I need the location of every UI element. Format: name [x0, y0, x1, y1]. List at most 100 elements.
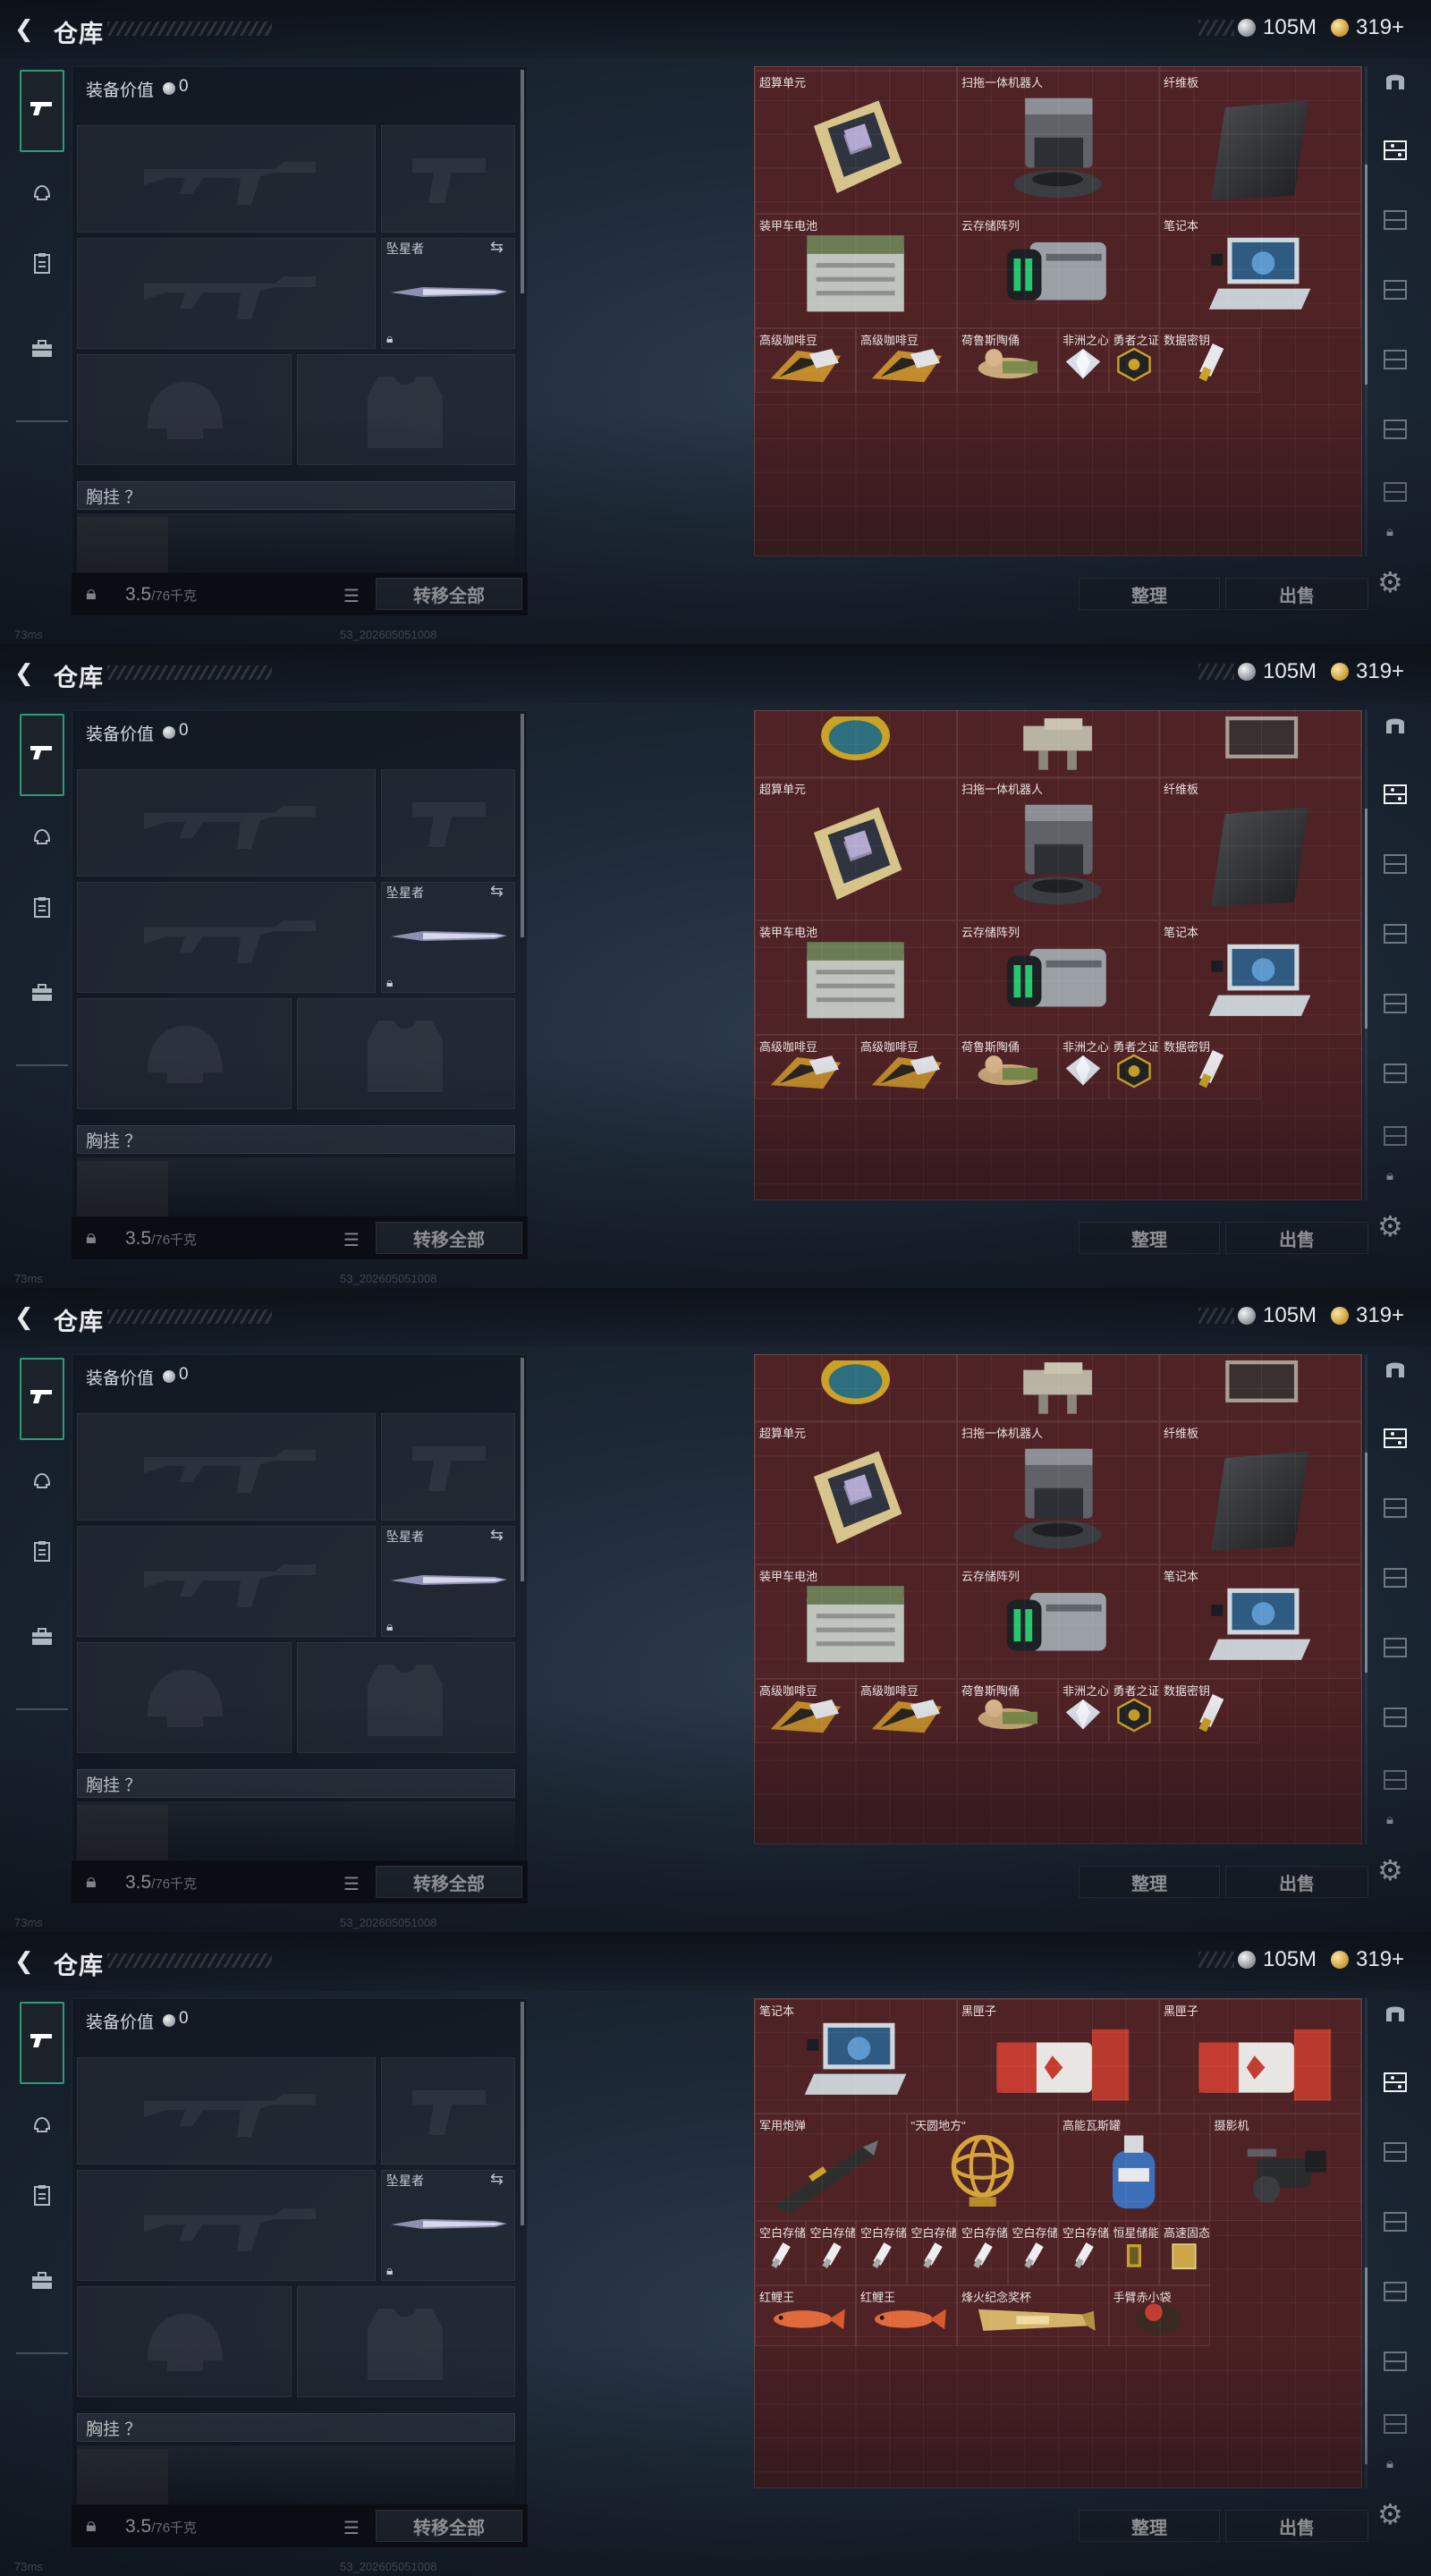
warehouse-tab-top[interactable] — [1377, 2000, 1413, 2030]
sort-button[interactable]: 整理 — [1079, 2510, 1220, 2542]
warehouse-item[interactable] — [1159, 711, 1361, 777]
swap-arrows-icon[interactable]: ⇆ — [490, 1526, 504, 1545]
warehouse-item[interactable]: 数据密钥 — [1159, 328, 1260, 393]
warehouse-item[interactable]: 非洲之心 — [1058, 328, 1109, 393]
category-tab-weapons[interactable] — [20, 2002, 64, 2084]
warehouse-tab-4[interactable] — [1377, 1565, 1413, 1596]
warehouse-item[interactable]: 超算单元 — [755, 1421, 957, 1564]
warehouse-item[interactable]: 高速固态... — [1159, 2221, 1210, 2285]
warehouse-item[interactable]: 高级咖啡豆 — [755, 1679, 856, 1743]
sell-button[interactable]: 出售 — [1225, 2510, 1368, 2542]
sell-button[interactable]: 出售 — [1225, 1222, 1368, 1254]
gear-icon[interactable]: ⚙ — [1377, 1209, 1403, 1243]
category-tab-armor[interactable] — [20, 1531, 64, 1576]
helmet-slot[interactable] — [77, 354, 292, 465]
gold-currency[interactable]: 319+ — [1331, 14, 1404, 41]
warehouse-item[interactable]: 恒星储能器 — [1108, 2221, 1159, 2285]
warehouse-item[interactable]: 勇者之证 — [1108, 1679, 1159, 1743]
helmet-slot[interactable] — [77, 1642, 292, 1753]
category-tab-weapons[interactable] — [20, 1358, 64, 1440]
chest-rig-cell[interactable] — [77, 1805, 168, 1860]
warehouse-tab-top[interactable] — [1377, 68, 1413, 98]
warehouse-item[interactable]: 非洲之心 — [1058, 1679, 1109, 1743]
warehouse-scrollbar-thumb[interactable] — [1365, 164, 1367, 386]
primary-weapon-slot[interactable] — [77, 1413, 376, 1521]
warehouse-item[interactable]: 扫拖一体机器人 — [957, 1421, 1159, 1564]
warehouse-tab-5[interactable] — [1377, 2279, 1413, 2309]
back-arrow-icon[interactable]: ❮ — [14, 660, 39, 685]
warehouse-tab-6[interactable] — [1377, 417, 1413, 447]
sell-button[interactable]: 出售 — [1225, 1866, 1368, 1898]
back-arrow-icon[interactable]: ❮ — [14, 1304, 39, 1329]
warehouse-scrollbar-thumb[interactable] — [1365, 1452, 1367, 1674]
back-arrow-icon[interactable]: ❮ — [14, 1948, 39, 1973]
warehouse-item[interactable]: 高级咖啡豆 — [856, 328, 957, 393]
warehouse-item[interactable]: 扫拖一体机器人 — [957, 777, 1159, 920]
warehouse-tab-top[interactable] — [1377, 712, 1413, 742]
category-tab-helmet[interactable] — [20, 1462, 64, 1506]
warehouse-item[interactable]: "天圆地方" — [906, 2114, 1058, 2221]
category-tab-helmet[interactable] — [20, 174, 64, 218]
transfer-all-button[interactable]: 转移全部 — [376, 578, 522, 610]
warehouse-item[interactable]: 勇者之证 — [1108, 1035, 1159, 1099]
warehouse-item[interactable]: 扫拖一体机器人 — [957, 71, 1159, 214]
swap-arrows-icon[interactable]: ⇆ — [490, 2170, 504, 2189]
warehouse-item[interactable]: 纤维板 — [1159, 1421, 1361, 1564]
warehouse-item[interactable]: 装甲车电池 — [755, 920, 957, 1035]
category-tab-bags[interactable] — [20, 973, 64, 1018]
chest-rig-slot[interactable] — [77, 2413, 515, 2442]
chest-rig-cell[interactable] — [77, 2449, 168, 2504]
warehouse-item[interactable]: 荷鲁斯陶俑 — [957, 1679, 1058, 1743]
chest-rig-cell[interactable] — [77, 1161, 168, 1216]
warehouse-tab-5[interactable] — [1377, 1635, 1413, 1665]
warehouse-item[interactable]: 云存储阵列 — [957, 1564, 1159, 1679]
secondary-weapon-slot[interactable] — [77, 1526, 376, 1637]
warehouse-scrollbar-thumb[interactable] — [1365, 2267, 1367, 2464]
warehouse-item[interactable]: 空白存储 — [957, 2221, 1008, 2285]
warehouse-tab-6[interactable] — [1377, 1705, 1413, 1735]
warehouse-item[interactable]: 非洲之心 — [1058, 1035, 1109, 1099]
warehouse-tab-6[interactable] — [1377, 1061, 1413, 1091]
transfer-all-button[interactable]: 转移全部 — [376, 1866, 522, 1898]
body-armor-slot[interactable] — [297, 998, 515, 1109]
warehouse-item[interactable]: 数据密钥 — [1159, 1035, 1260, 1099]
warehouse-tab-3[interactable] — [1377, 2140, 1413, 2170]
category-tab-bags[interactable] — [20, 1617, 64, 1662]
list-icon[interactable]: ☰ — [343, 585, 360, 607]
warehouse-item[interactable]: 纤维板 — [1159, 777, 1361, 920]
warehouse-item[interactable]: 高能瓦斯罐 — [1058, 2114, 1210, 2221]
warehouse-tab-3[interactable] — [1377, 1496, 1413, 1526]
pistol-slot[interactable] — [381, 2057, 515, 2165]
warehouse-tab-5[interactable] — [1377, 347, 1413, 377]
warehouse-item[interactable]: 空白存储 — [755, 2221, 806, 2285]
warehouse-item[interactable]: 摄影机 — [1209, 2114, 1361, 2221]
equipment-scrollbar[interactable] — [521, 714, 524, 937]
transfer-all-button[interactable]: 转移全部 — [376, 2510, 522, 2542]
warehouse-item[interactable] — [957, 711, 1159, 777]
warehouse-item[interactable]: 空白存储 — [856, 2221, 907, 2285]
warehouse-item[interactable]: 装甲车电池 — [755, 214, 957, 328]
list-icon[interactable]: ☰ — [343, 1873, 360, 1895]
warehouse-item[interactable]: 笔记本 — [755, 1999, 957, 2114]
primary-weapon-slot[interactable] — [77, 125, 376, 233]
warehouse-item[interactable]: 超算单元 — [755, 71, 957, 214]
transfer-all-button[interactable]: 转移全部 — [376, 1222, 522, 1254]
list-icon[interactable]: ☰ — [343, 2517, 360, 2539]
warehouse-item[interactable]: 勇者之证 — [1108, 328, 1159, 393]
category-tab-armor[interactable] — [20, 243, 64, 288]
warehouse-tab-2[interactable] — [1377, 1426, 1413, 1456]
helmet-slot[interactable] — [77, 998, 292, 1109]
gold-currency[interactable]: 319+ — [1331, 1946, 1404, 1973]
warehouse-item[interactable]: 超算单元 — [755, 777, 957, 920]
warehouse-item[interactable]: 高级咖啡豆 — [755, 1035, 856, 1099]
warehouse-tab-top[interactable] — [1377, 1356, 1413, 1386]
warehouse-item[interactable] — [1159, 1355, 1361, 1421]
gear-icon[interactable]: ⚙ — [1377, 565, 1403, 599]
warehouse-item[interactable]: 黑匣子 — [1159, 1999, 1361, 2114]
secondary-weapon-slot[interactable] — [77, 882, 376, 993]
warehouse-tab-7[interactable] — [1377, 2411, 1413, 2442]
warehouse-item[interactable]: 烽火纪念奖杯 — [957, 2285, 1109, 2346]
warehouse-item[interactable]: 高级咖啡豆 — [856, 1679, 957, 1743]
equipment-scrollbar[interactable] — [521, 2002, 524, 2225]
chest-rig-slot[interactable] — [77, 1769, 515, 1798]
